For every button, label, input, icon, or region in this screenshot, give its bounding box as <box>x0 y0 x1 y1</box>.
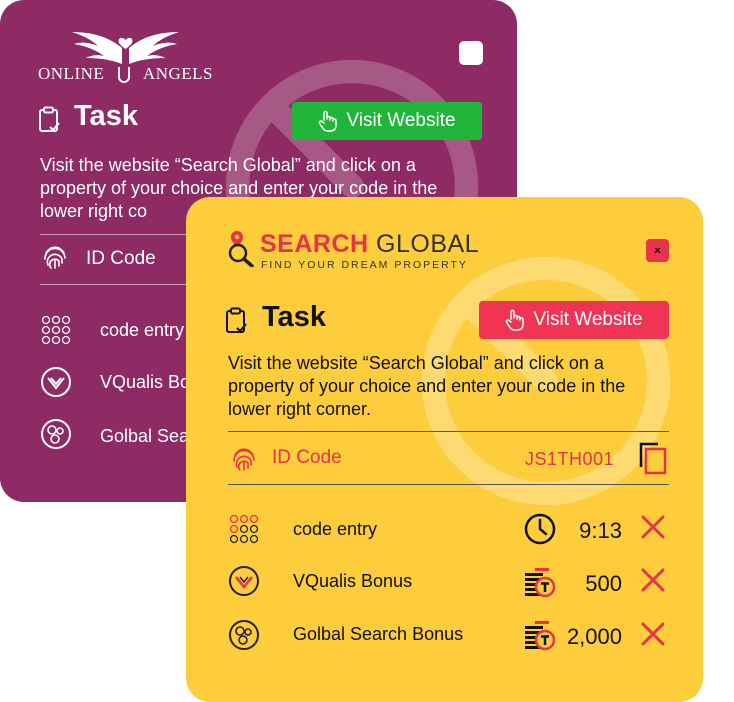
close-button[interactable]: × <box>646 239 669 262</box>
select-checkbox[interactable] <box>459 41 483 65</box>
fingerprint-icon <box>44 246 66 269</box>
angel-figure-icon <box>117 67 130 83</box>
logo-brand-light: GLOBAL <box>376 230 480 258</box>
row-label: code entry <box>100 320 185 340</box>
id-code-label: ID Code <box>86 248 156 269</box>
close-icon <box>641 622 665 646</box>
search-global-wordmark: SEARCH GLOBAL <box>260 230 479 259</box>
remove-button[interactable] <box>640 621 666 647</box>
vqualis-icon <box>229 566 259 596</box>
id-code-label: ID Code <box>272 447 342 468</box>
copy-icon <box>639 442 667 475</box>
copy-button[interactable] <box>638 441 668 475</box>
close-icon <box>641 515 665 539</box>
logo-brand-bold: SEARCH <box>260 230 369 258</box>
angel-wings-icon <box>72 32 179 64</box>
task-title: Task <box>74 100 138 132</box>
magnifier-pin-icon <box>228 231 254 267</box>
fingerprint-icon <box>233 448 255 471</box>
task-title: Task <box>262 301 326 333</box>
row-value: 9:13 <box>579 518 622 543</box>
close-icon: × <box>654 244 661 257</box>
row-label: VQualis Bo <box>100 372 191 392</box>
clipboard-check-icon <box>226 307 247 333</box>
hand-pointer-icon <box>319 110 338 132</box>
visit-website-button[interactable]: Visit Website <box>292 102 482 140</box>
close-icon <box>641 568 665 592</box>
row-value: 500 <box>585 571 622 596</box>
id-code-value: JS1TH001 <box>525 449 615 469</box>
row-label: Golbal Search Bonus <box>293 624 464 644</box>
search-global-card: SEARCH GLOBAL FIND YOUR DREAM PROPERTY ×… <box>186 197 703 702</box>
clipboard-check-icon <box>39 106 60 132</box>
visit-website-label: Visit Website <box>346 110 456 131</box>
divider <box>228 431 669 432</box>
row-label: Golbal Sea <box>100 426 190 446</box>
logo-text-left: ONLINE <box>38 64 105 83</box>
logo-text-right: ANGELS <box>142 64 213 83</box>
visit-website-button[interactable]: Visit Website <box>479 301 669 339</box>
vqualis-icon <box>41 367 71 397</box>
online-angels-wordmark: ONLINE ANGELS <box>38 64 213 84</box>
dots-grid-icon <box>41 315 71 345</box>
logo-tagline: FIND YOUR DREAM PROPERTY <box>261 259 468 271</box>
row-value: 2,000 <box>566 624 622 649</box>
remove-button[interactable] <box>640 567 666 593</box>
row-label: code entry <box>293 519 378 539</box>
visit-website-label: Visit Website <box>533 309 643 330</box>
globe-circles-icon <box>229 620 259 650</box>
row-label: VQualis Bonus <box>293 571 413 591</box>
search-global-logo: SEARCH GLOBAL FIND YOUR DREAM PROPERTY <box>226 229 506 273</box>
online-angels-logo: ONLINE ANGELS <box>38 26 213 86</box>
hand-pointer-icon <box>506 309 525 331</box>
globe-circles-icon <box>41 419 71 449</box>
divider <box>228 484 669 485</box>
dots-grid-icon <box>229 514 259 544</box>
task-description: Visit the website “Search Global” and cl… <box>228 353 626 419</box>
remove-button[interactable] <box>640 514 666 540</box>
